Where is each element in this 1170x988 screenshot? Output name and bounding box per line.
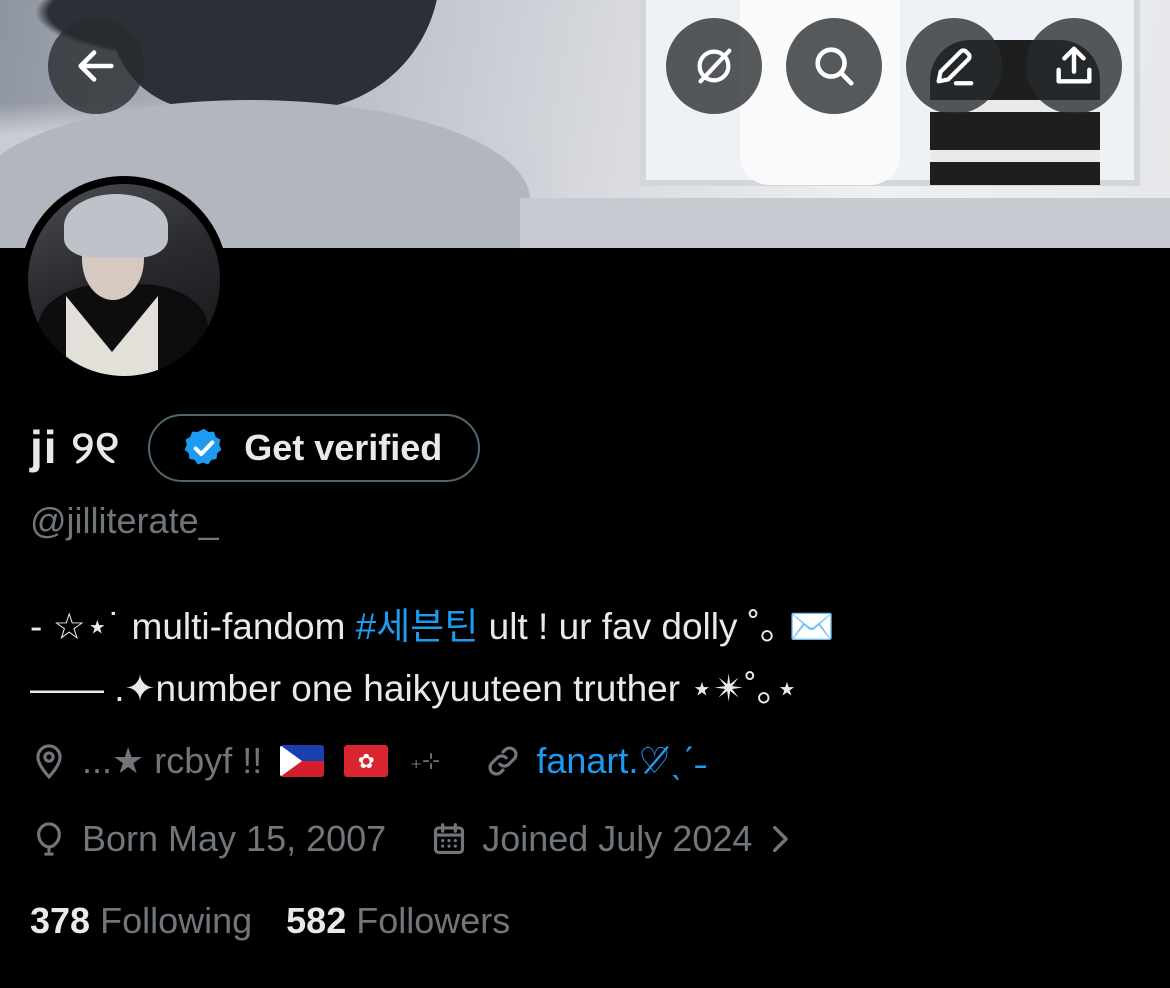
search-button[interactable] [786, 18, 882, 114]
location-text: ...★ rcbyf !! [82, 740, 263, 781]
followers-link[interactable]: 582 Followers [286, 900, 510, 942]
website[interactable]: fanart.♡̸ˎˊ˗ [484, 740, 707, 782]
joined-date[interactable]: Joined July 2024 [430, 818, 796, 860]
share-upload-icon [1056, 46, 1092, 84]
location-sparkle: ₊⊹ [410, 748, 441, 773]
bio-line-1: - ☆⋆˙ multi-fandom #세븐틴 ult ! ur fav dol… [30, 596, 1150, 658]
get-verified-label: Get verified [244, 427, 443, 468]
grok-button[interactable] [666, 18, 762, 114]
birthday-text: Born May 15, 2007 [82, 818, 387, 859]
verified-badge-icon [184, 428, 222, 465]
bio-text: - ☆⋆˙ multi-fandom [30, 606, 356, 647]
location-website-row: ...★ rcbyf !! ✿ ₊⊹ fanart.♡̸ˎˊ˗ [30, 740, 707, 782]
arrow-left-icon [78, 50, 114, 82]
dates-row: Born May 15, 2007 Joined July 2024 [30, 818, 796, 860]
location: ...★ rcbyf !! ✿ ₊⊹ [30, 740, 440, 782]
balloon-icon [37, 822, 61, 856]
banner-stripe [930, 150, 1100, 162]
display-name: ji ୨୧ [30, 421, 121, 473]
followers-label: Followers [356, 900, 511, 941]
chevron-right-icon [773, 825, 789, 853]
followers-count: 582 [286, 900, 347, 941]
calendar-icon [434, 823, 465, 855]
bio-hashtag-link[interactable]: #세븐틴 [356, 606, 479, 647]
banner-ledge [520, 198, 1170, 248]
following-label: Following [100, 900, 253, 941]
following-count: 378 [30, 900, 91, 941]
bio-text: ult ! ur fav dolly ˚｡ ✉️ [478, 606, 835, 647]
philippines-flag-icon [280, 745, 325, 777]
banner-hair [110, 0, 440, 110]
share-button[interactable] [1026, 18, 1122, 114]
avatar-photo [28, 184, 220, 376]
avatar-hair [64, 194, 168, 258]
profile-bio: - ☆⋆˙ multi-fandom #세븐틴 ult ! ur fav dol… [30, 596, 1150, 720]
search-icon [815, 47, 854, 86]
user-handle: @jilliterate_ [30, 500, 219, 541]
back-button[interactable] [48, 18, 144, 114]
grok-slash-icon [697, 48, 732, 84]
hong-kong-flag-icon: ✿ [344, 745, 389, 777]
get-verified-button[interactable]: Get verified [148, 414, 481, 482]
name-row: ji ୨୧ Get verified [30, 410, 481, 486]
link-icon [488, 746, 518, 776]
following-link[interactable]: 378 Following [30, 900, 252, 942]
bio-line-2: —— .✦number one haikyuuteen truther ⋆✴︎˚… [30, 668, 799, 709]
edit-button[interactable] [906, 18, 1002, 114]
website-link[interactable]: fanart.♡̸ˎˊ˗ [536, 740, 706, 782]
follow-counts: 378 Following 582 Followers [30, 900, 510, 942]
location-pin-icon [36, 744, 62, 780]
profile-avatar[interactable] [20, 176, 228, 384]
joined-text: Joined July 2024 [482, 818, 753, 859]
edit-pencil-icon [936, 48, 974, 86]
birthday: Born May 15, 2007 [30, 818, 386, 860]
